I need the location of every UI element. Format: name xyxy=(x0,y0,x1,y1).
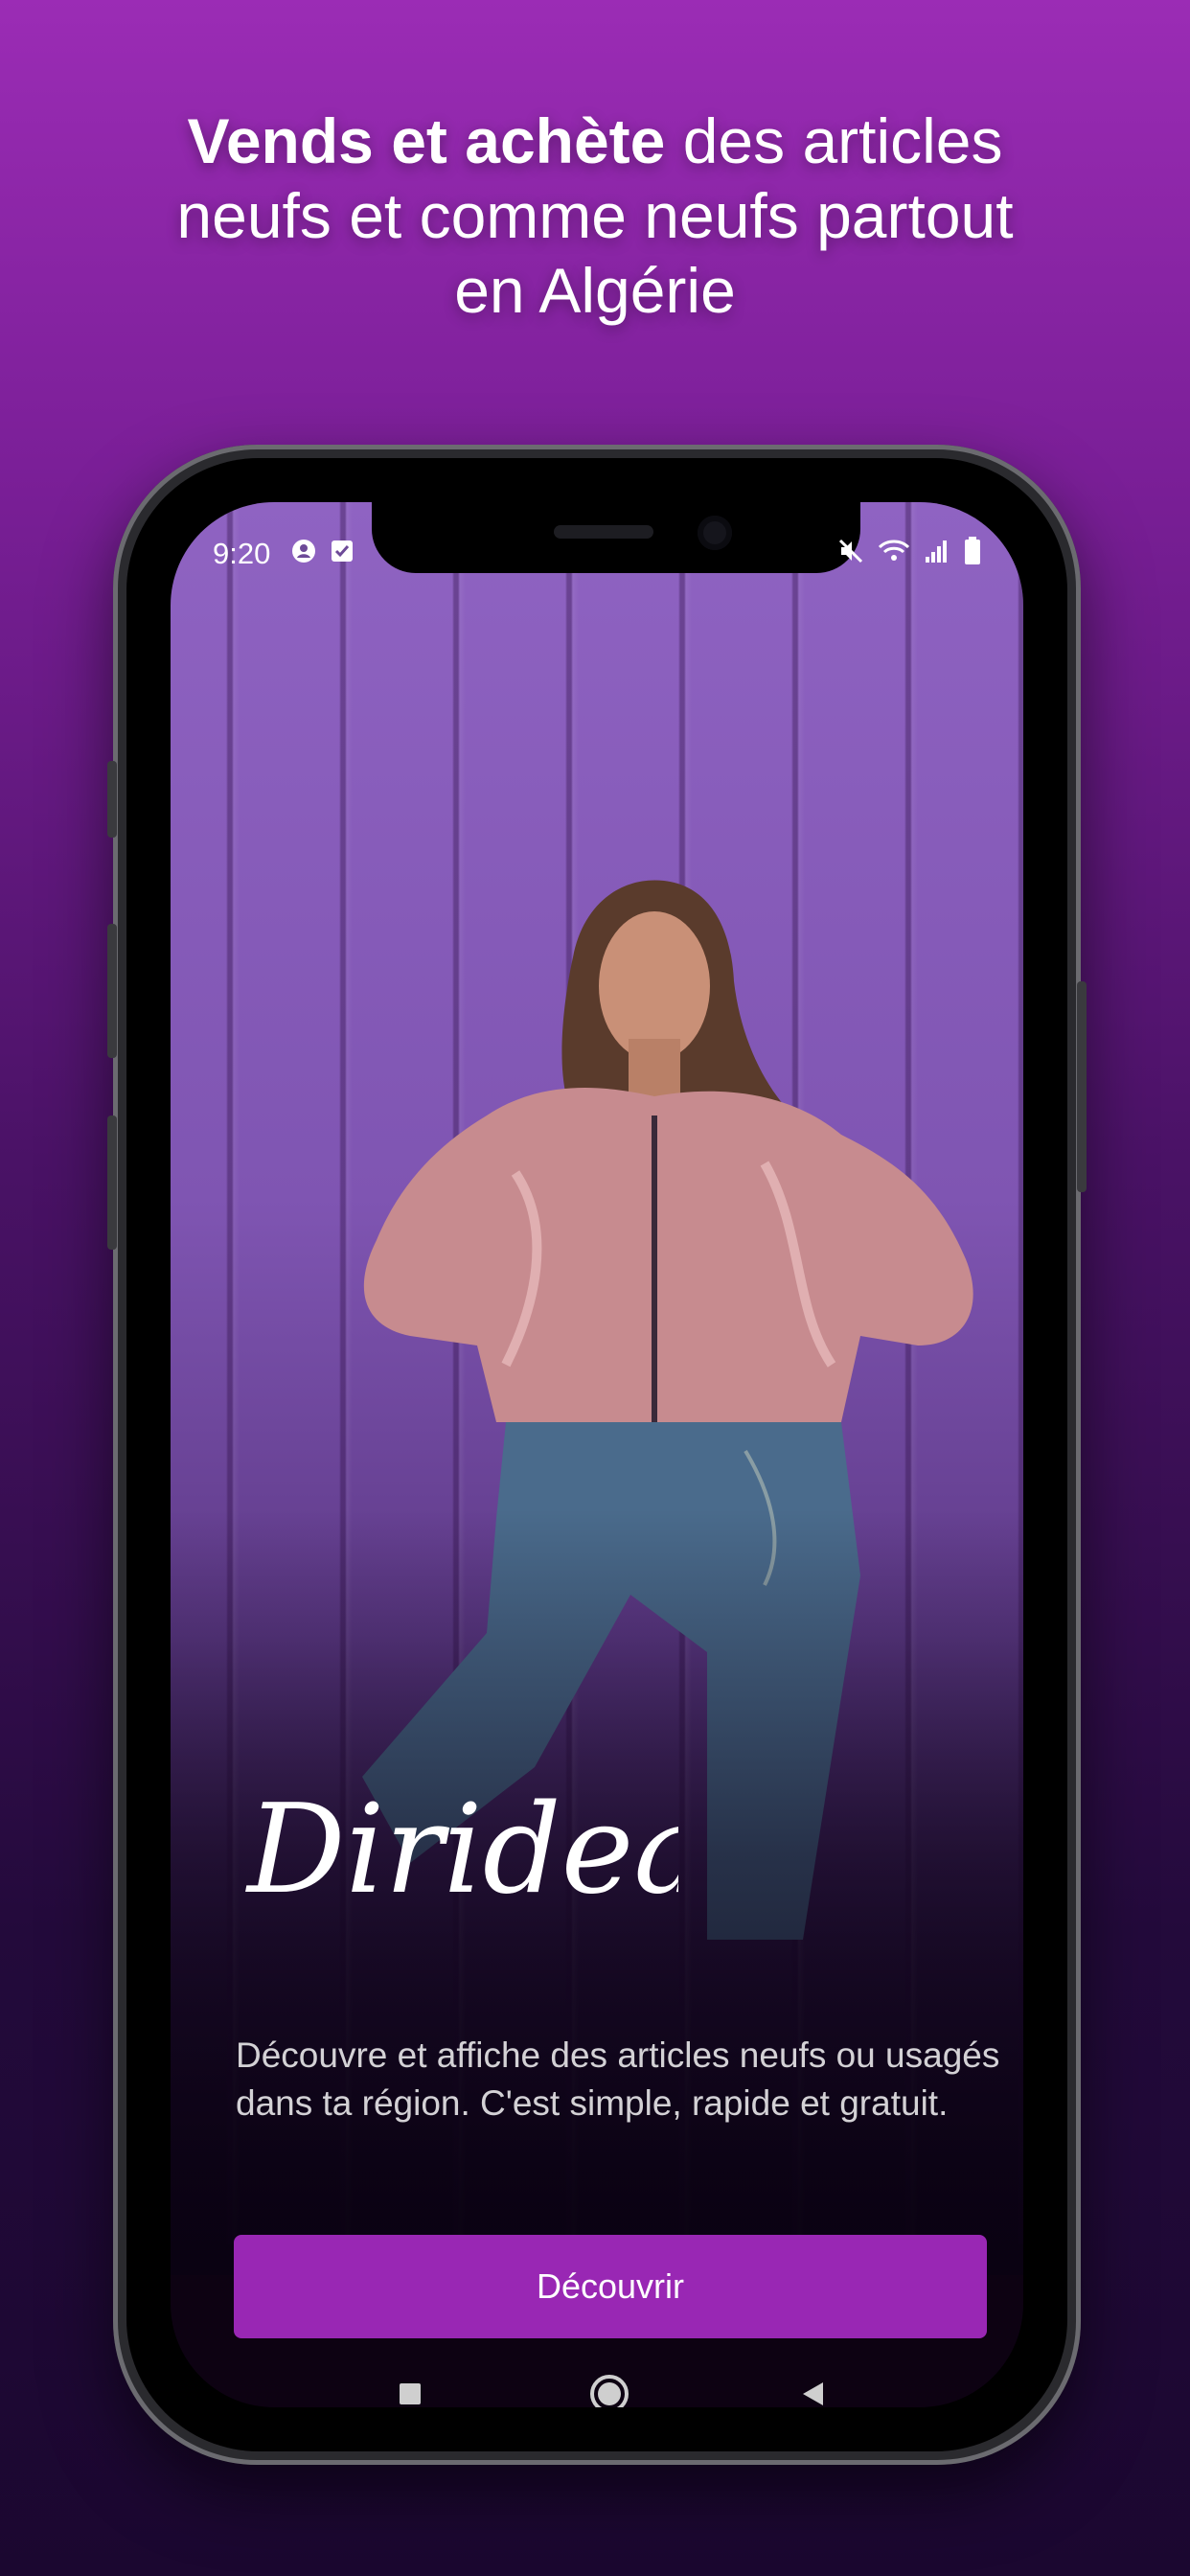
phone-bezel: 9:20 Diride Découvre et affiche des arti… xyxy=(126,458,1067,2451)
mute-vibrate-icon xyxy=(838,539,863,564)
recents-button[interactable] xyxy=(381,2365,439,2407)
signal-icon xyxy=(926,540,947,563)
discover-button[interactable]: Découvrir xyxy=(234,2235,987,2338)
back-button[interactable] xyxy=(784,2365,841,2407)
wifi-icon xyxy=(878,540,910,561)
power-button xyxy=(1077,981,1087,1192)
status-time: 9:20 xyxy=(213,537,271,570)
promo-headline: Vends et achète des articles neufs et co… xyxy=(96,104,1094,328)
android-navigation-bar xyxy=(171,2365,1023,2407)
logo-text: Dirideal xyxy=(245,1779,678,1921)
headline-line3: en Algérie xyxy=(454,255,736,326)
recents-square-icon xyxy=(400,2383,421,2404)
headline-bold: Vends et achète xyxy=(187,105,666,176)
battery-icon xyxy=(965,537,980,564)
volume-down-button xyxy=(107,1116,117,1250)
checkbox-icon xyxy=(332,540,353,562)
volume-up-button xyxy=(107,924,117,1058)
status-icons xyxy=(837,537,981,565)
home-button[interactable] xyxy=(581,2365,638,2407)
app-description: Découvre et affiche des articles neufs o… xyxy=(236,2036,1000,2123)
phone-side-button xyxy=(107,761,117,838)
back-triangle-icon xyxy=(803,2382,823,2405)
headline-line1-rest: des articles xyxy=(665,105,1003,176)
earpiece-speaker xyxy=(554,525,653,539)
front-camera xyxy=(698,516,732,550)
dirideal-logo: Dirideal xyxy=(245,1779,678,1921)
home-circle-icon xyxy=(590,2375,629,2407)
status-bar: 9:20 xyxy=(171,502,1023,585)
headline-line2: neufs et comme neufs partout xyxy=(176,180,1014,251)
camera-notch xyxy=(372,502,860,573)
account-circle-icon xyxy=(292,540,315,563)
phone-mockup: 9:20 Diride Découvre et affiche des arti… xyxy=(107,445,1087,2465)
app-screen: 9:20 Diride Découvre et affiche des arti… xyxy=(171,502,1023,2407)
